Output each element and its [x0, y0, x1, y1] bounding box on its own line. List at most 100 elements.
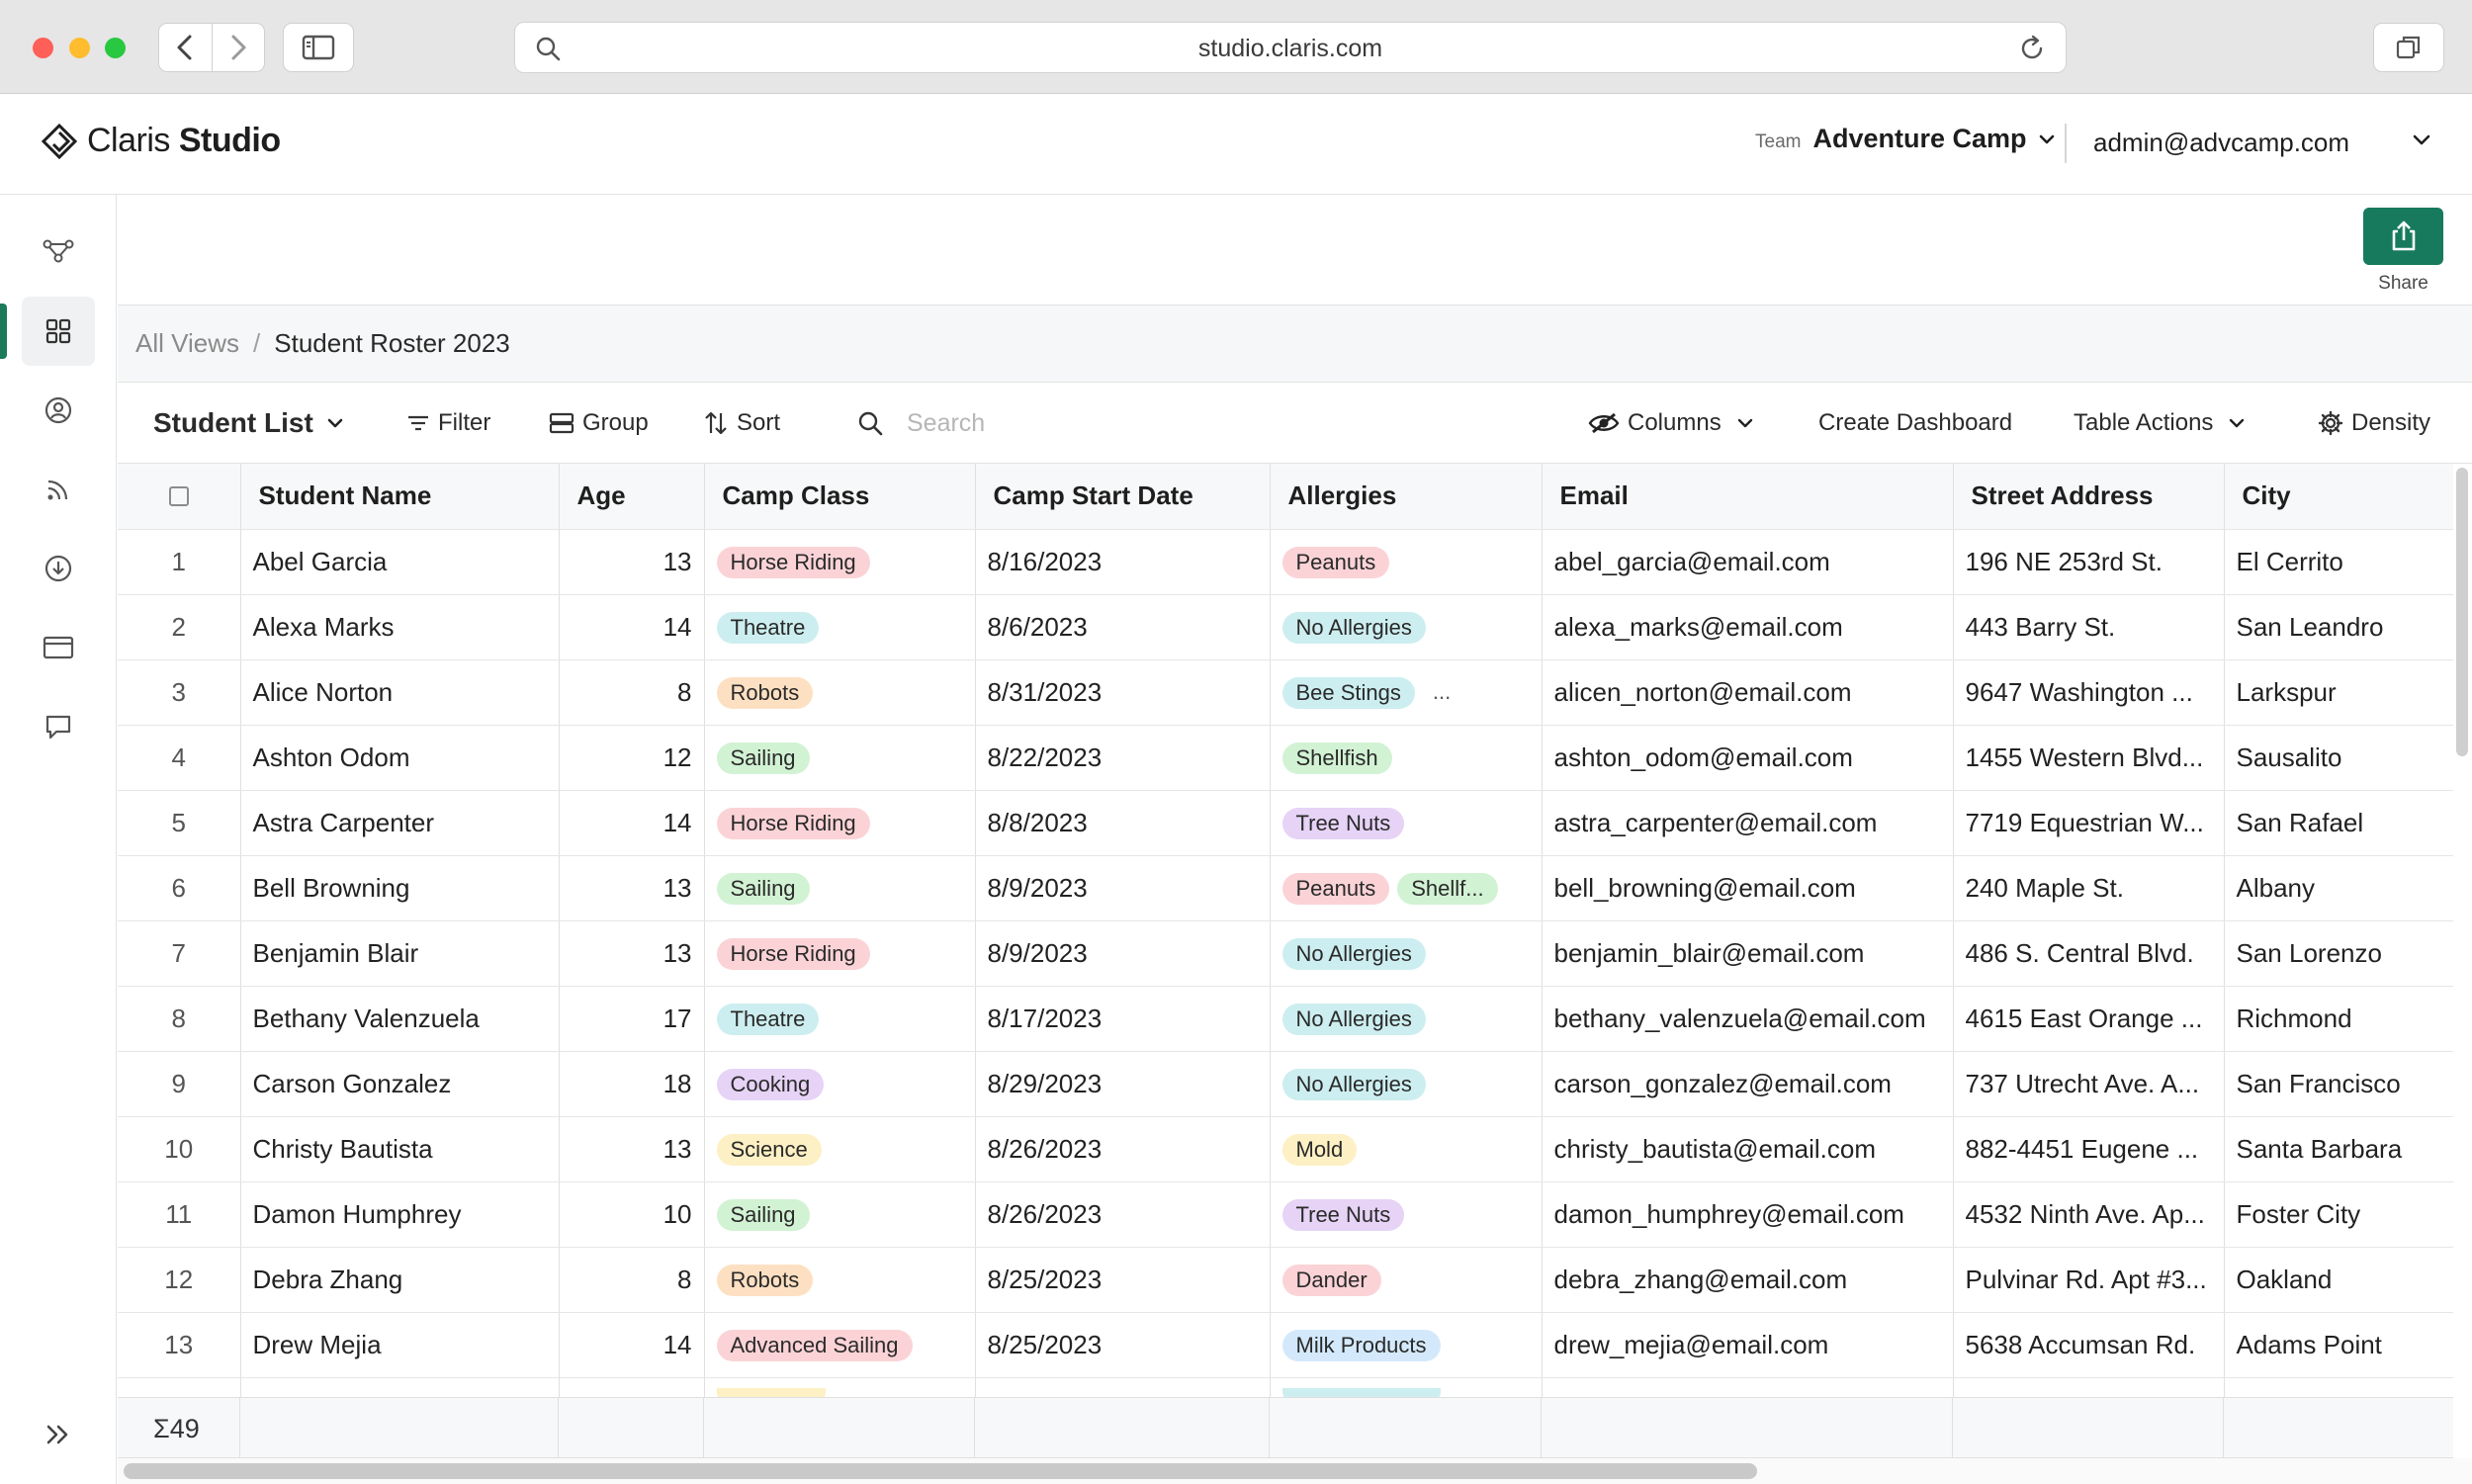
- rail-item-users[interactable]: [22, 376, 95, 445]
- table-row[interactable]: 6 Bell Browning 13 Sailing 8/9/2023 Peanuts Sh…: [118, 855, 2453, 921]
- age-cell[interactable]: 8: [559, 659, 705, 726]
- column-header[interactable]: Camp Start Date: [975, 464, 1271, 530]
- table-row[interactable]: 10 Christy Bautista 13 Science 8/26/2023 Mold…: [118, 1116, 2453, 1182]
- camp-start-date-cell[interactable]: 8/17/2023: [975, 986, 1271, 1052]
- age-cell[interactable]: 13: [559, 855, 705, 921]
- camp-start-date-cell[interactable]: 8/29/2023: [975, 1051, 1271, 1117]
- street-address-cell[interactable]: 443 Barry St.: [1953, 594, 2225, 660]
- breadcrumb-all-views[interactable]: All Views: [135, 328, 239, 359]
- horizontal-scrollbar[interactable]: [124, 1463, 1757, 1479]
- allergies-cell[interactable]: Shellfish: [1270, 725, 1543, 791]
- allergies-cell[interactable]: Mold: [1270, 1116, 1543, 1182]
- vertical-scrollbar[interactable]: [2456, 468, 2468, 756]
- table-row[interactable]: 8 Bethany Valenzuela 17 Theatre 8/17/2023 No …: [118, 986, 2453, 1052]
- age-cell[interactable]: 12: [559, 725, 705, 791]
- student-name-cell[interactable]: Abel Garcia: [240, 529, 560, 595]
- street-address-cell[interactable]: 7719 Equestrian W...: [1953, 790, 2225, 856]
- rail-item-connections[interactable]: [22, 217, 95, 286]
- camp-start-date-cell[interactable]: 8/9/2023: [975, 855, 1271, 921]
- age-cell[interactable]: 14: [559, 790, 705, 856]
- student-name-cell[interactable]: Christy Bautista: [240, 1116, 560, 1182]
- email-cell[interactable]: astra_carpenter@email.com: [1542, 790, 1954, 856]
- camp-class-cell[interactable]: Robots: [704, 659, 976, 726]
- column-header[interactable]: Student Name: [240, 464, 560, 530]
- column-header[interactable]: Street Address: [1953, 464, 2225, 530]
- table-row[interactable]: 1 Abel Garcia 13 Horse Riding 8/16/2023 Peanu…: [118, 529, 2453, 595]
- filter-button[interactable]: Filter: [406, 383, 490, 464]
- email-cell[interactable]: ashton_odom@email.com: [1542, 725, 1954, 791]
- email-cell[interactable]: drew_mejia@email.com: [1542, 1312, 1954, 1378]
- camp-class-cell[interactable]: Advanced Sailing: [704, 1312, 976, 1378]
- student-name-cell[interactable]: Alexa Marks: [240, 594, 560, 660]
- column-header[interactable]: Camp Class: [704, 464, 976, 530]
- email-cell[interactable]: alicen_norton@email.com: [1542, 659, 1954, 726]
- camp-start-date-cell[interactable]: 8/26/2023: [975, 1116, 1271, 1182]
- allergies-cell[interactable]: Tree Nuts: [1270, 1181, 1543, 1248]
- maximize-window-button[interactable]: [105, 38, 126, 58]
- street-address-cell[interactable]: 737 Utrecht Ave. A...: [1953, 1051, 2225, 1117]
- column-header[interactable]: Allergies: [1270, 464, 1543, 530]
- create-dashboard-button[interactable]: Create Dashboard: [1818, 383, 2012, 464]
- allergies-cell[interactable]: No Allergies: [1270, 1051, 1543, 1117]
- account-menu-chevron-icon[interactable]: [2413, 133, 2430, 147]
- camp-start-date-cell[interactable]: 8/8/2023: [975, 790, 1271, 856]
- table-row[interactable]: 3 Alice Norton 8 Robots 8/31/2023 Bee Stings.…: [118, 659, 2453, 726]
- city-cell[interactable]: Adams Point: [2224, 1312, 2453, 1378]
- table-row[interactable]: 2 Alexa Marks 14 Theatre 8/6/2023 No Allergie…: [118, 594, 2453, 660]
- search-input[interactable]: [907, 408, 1263, 438]
- street-address-cell[interactable]: 9647 Washington ...: [1953, 659, 2225, 726]
- allergies-cell[interactable]: Peanuts: [1270, 529, 1543, 595]
- camp-start-date-cell[interactable]: 8/31/2023: [975, 659, 1271, 726]
- app-logo[interactable]: Claris Studio: [42, 122, 281, 160]
- camp-class-cell[interactable]: Horse Riding: [704, 920, 976, 987]
- street-address-cell[interactable]: 1455 Western Blvd...: [1953, 725, 2225, 791]
- allergies-cell[interactable]: No Allergies: [1270, 594, 1543, 660]
- table-row[interactable]: 9 Carson Gonzalez 18 Cooking 8/29/2023 No All…: [118, 1051, 2453, 1117]
- rail-item-browser[interactable]: [22, 613, 95, 682]
- column-header[interactable]: Email: [1542, 464, 1954, 530]
- rail-item-messages[interactable]: [22, 692, 95, 761]
- table-row[interactable]: 12 Debra Zhang 8 Robots 8/25/2023 Dander debra…: [118, 1247, 2453, 1313]
- student-name-cell[interactable]: Ashton Odom: [240, 725, 560, 791]
- camp-start-date-cell[interactable]: 8/25/2023: [975, 1312, 1271, 1378]
- columns-button[interactable]: Columns: [1588, 383, 1753, 464]
- email-cell[interactable]: damon_humphrey@email.com: [1542, 1181, 1954, 1248]
- camp-class-cell[interactable]: Robots: [704, 1247, 976, 1313]
- age-cell[interactable]: 14: [559, 594, 705, 660]
- close-window-button[interactable]: [33, 38, 53, 58]
- city-cell[interactable]: Albany: [2224, 855, 2453, 921]
- street-address-cell[interactable]: 486 S. Central Blvd.: [1953, 920, 2225, 987]
- student-name-cell[interactable]: Bethany Valenzuela: [240, 986, 560, 1052]
- rail-item-feeds[interactable]: [22, 455, 95, 524]
- city-cell[interactable]: Sausalito: [2224, 725, 2453, 791]
- email-cell[interactable]: benjamin_blair@email.com: [1542, 920, 1954, 987]
- city-cell[interactable]: Foster City: [2224, 1181, 2453, 1248]
- back-button[interactable]: [159, 24, 212, 71]
- student-name-cell[interactable]: Alice Norton: [240, 659, 560, 726]
- age-cell[interactable]: 17: [559, 986, 705, 1052]
- allergies-cell[interactable]: Peanuts Shellf...: [1270, 855, 1543, 921]
- age-cell[interactable]: 13: [559, 920, 705, 987]
- share-button[interactable]: [2363, 208, 2443, 265]
- email-cell[interactable]: carson_gonzalez@email.com: [1542, 1051, 1954, 1117]
- more-allergies-indicator[interactable]: ...: [1433, 679, 1451, 704]
- allergies-cell[interactable]: No Allergies: [1270, 986, 1543, 1052]
- street-address-cell[interactable]: 4532 Ninth Ave. Ap...: [1953, 1181, 2225, 1248]
- allergies-cell[interactable]: Dander: [1270, 1247, 1543, 1313]
- street-address-cell[interactable]: 4615 East Orange ...: [1953, 986, 2225, 1052]
- city-cell[interactable]: San Leandro: [2224, 594, 2453, 660]
- allergies-cell[interactable]: Tree Nuts: [1270, 790, 1543, 856]
- camp-class-cell[interactable]: Cooking: [704, 1051, 976, 1117]
- group-button[interactable]: Group: [549, 383, 649, 464]
- table-row[interactable]: 4 Ashton Odom 12 Sailing 8/22/2023 Shellfish a…: [118, 725, 2453, 791]
- camp-class-cell[interactable]: Sailing: [704, 1181, 976, 1248]
- allergies-cell[interactable]: Milk Products: [1270, 1312, 1543, 1378]
- sidebar-toggle-button[interactable]: [283, 23, 354, 72]
- city-cell[interactable]: Richmond: [2224, 986, 2453, 1052]
- team-switcher[interactable]: Team Adventure Camp: [1755, 124, 2055, 154]
- table-row[interactable]: 13 Drew Mejia 14 Advanced Sailing 8/25/2023 M…: [118, 1312, 2453, 1378]
- city-cell[interactable]: Larkspur: [2224, 659, 2453, 726]
- age-cell[interactable]: 14: [559, 1312, 705, 1378]
- camp-class-cell[interactable]: Horse Riding: [704, 790, 976, 856]
- city-cell[interactable]: San Lorenzo: [2224, 920, 2453, 987]
